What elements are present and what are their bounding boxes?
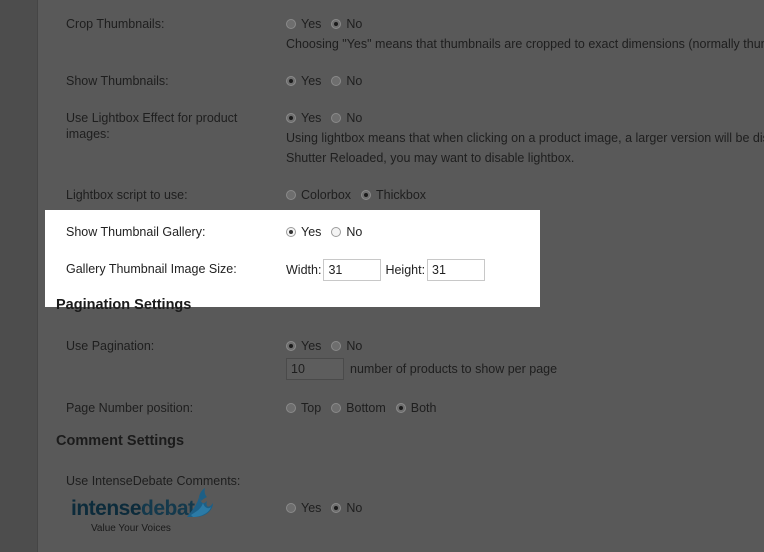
crop-thumbnails-yes-label: Yes [301,17,322,31]
per-page-row: 10 number of products to show per page [286,358,557,380]
show-thumbnails-options: Yes No [286,74,362,88]
height-input[interactable]: 31 [427,259,486,281]
thumbnail-gallery-yes-radio[interactable] [286,227,296,237]
width-input[interactable]: 31 [323,259,382,281]
gallery-thumbnail-size-label: Gallery Thumbnail Image Size: [66,262,237,276]
thickbox-radio[interactable] [361,190,372,200]
show-thumbnails-no-label: No [346,74,363,88]
position-top-label: Top [301,401,322,415]
use-pagination-no-radio[interactable] [331,341,342,351]
intensedebate-no-label: No [346,501,363,515]
lightbox-effect-label-line1: Use Lightbox Effect for product [66,111,238,125]
intensedebate-yes-radio[interactable] [286,503,296,513]
use-pagination-yes-label: Yes [301,339,322,353]
lightbox-effect-no-radio[interactable] [331,113,342,123]
position-top-radio[interactable] [286,403,296,413]
lightbox-effect-options: Yes No [286,111,362,125]
lightbox-effect-description-line1: Using lightbox means that when clicking … [286,131,764,145]
colorbox-label: Colorbox [301,188,352,202]
crop-thumbnails-description: Choosing "Yes" means that thumbnails are… [286,37,764,51]
width-field-label: Width: [286,263,322,277]
position-both-label: Both [410,401,437,415]
use-pagination-no-label: No [346,339,363,353]
intensedebate-options: Yes No [286,501,362,515]
comment-settings-heading: Comment Settings [56,433,185,449]
admin-sidebar-edge [0,0,37,552]
position-both-radio[interactable] [395,403,406,413]
use-pagination-label: Use Pagination: [66,339,155,353]
show-thumbnails-yes-label: Yes [301,74,322,88]
thickbox-label: Thickbox [376,188,427,202]
per-page-input[interactable]: 10 [286,358,344,380]
intensedebate-yes-label: Yes [301,501,322,515]
thumbnail-gallery-label: Show Thumbnail Gallery: [66,225,206,239]
crop-thumbnails-no-label: No [346,17,363,31]
use-pagination-options: Yes No [286,339,362,353]
lightbox-effect-yes-label: Yes [301,111,322,125]
show-thumbnails-yes-radio[interactable] [286,76,296,86]
show-thumbnails-label: Show Thumbnails: [66,74,169,88]
show-thumbnails-no-radio[interactable] [331,76,342,86]
crop-thumbnails-yes-radio[interactable] [286,19,296,29]
gallery-thumbnail-size-fields: Width: 31 Height: 31 [286,259,486,281]
lightbox-effect-no-label: No [346,111,363,125]
crop-thumbnails-options: Yes No [286,17,362,31]
position-bottom-label: Bottom [346,401,386,415]
lightbox-script-options: Colorbox Thickbox [286,188,426,202]
thumbnail-gallery-yes-label: Yes [301,225,322,239]
lightbox-effect-yes-radio[interactable] [286,113,296,123]
lightbox-effect-label: Use Lightbox Effect for product images: [66,110,237,142]
page-number-position-options: Top Bottom Both [286,401,436,415]
crop-thumbnails-no-radio[interactable] [331,19,342,29]
per-page-suffix: number of products to show per page [350,362,558,376]
thumbnail-gallery-no-label: No [346,225,363,239]
position-bottom-radio[interactable] [331,403,342,413]
thumbnail-gallery-options: Yes No [286,225,362,239]
thumbnail-gallery-no-radio[interactable] [331,227,342,237]
lightbox-script-label: Lightbox script to use: [66,188,188,202]
crop-thumbnails-label: Crop Thumbnails: [66,17,165,31]
lightbox-effect-description-line2: Shutter Reloaded, you may want to disabl… [286,151,575,165]
intensedebate-logo: intensedebate Value Your Voices [71,488,221,537]
height-field-label: Height: [385,263,426,277]
lightbox-effect-label-line2: images: [66,127,110,141]
flame-icon [187,488,213,517]
intensedebate-no-radio[interactable] [331,503,342,513]
page-number-position-label: Page Number position: [66,401,194,415]
pagination-settings-heading: Pagination Settings [56,297,192,313]
use-pagination-yes-radio[interactable] [286,341,296,351]
intensedebate-logo-tagline: Value Your Voices [91,523,171,534]
lightbox-effect-description: Using lightbox means that when clicking … [286,128,764,168]
colorbox-radio[interactable] [286,190,296,200]
